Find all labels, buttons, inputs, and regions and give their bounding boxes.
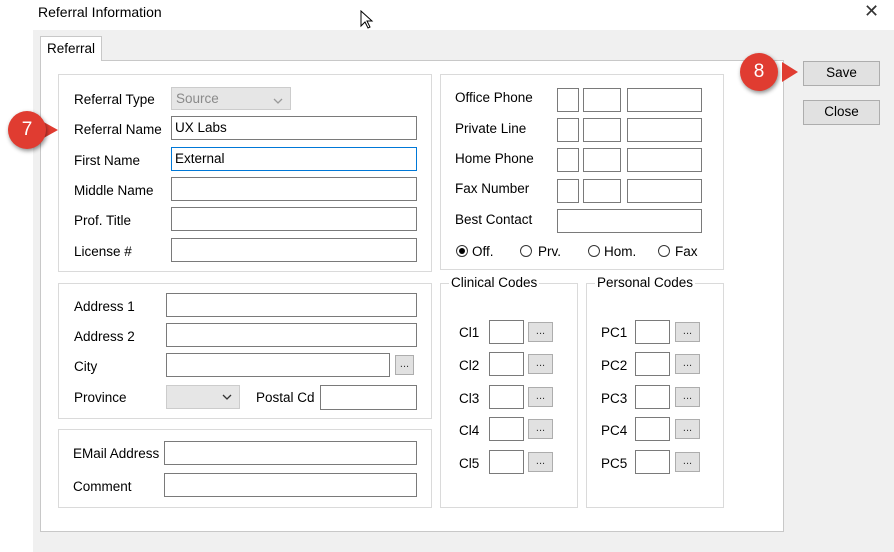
private-line-area[interactable]	[557, 118, 579, 142]
clinical-code-lookup-button[interactable]: ...	[528, 452, 553, 472]
prof-title-field[interactable]	[171, 207, 417, 231]
home-phone-prefix[interactable]	[583, 148, 621, 172]
radio-office-label: Off.	[472, 244, 494, 259]
callout-8-pointer	[782, 62, 798, 82]
personal-code-label: PC5	[601, 456, 628, 471]
personal-code-lookup-button[interactable]: ...	[675, 354, 700, 374]
personal-code-lookup-button[interactable]: ...	[675, 452, 700, 472]
comment-label: Comment	[73, 479, 132, 494]
clinical-code-field[interactable]	[489, 417, 524, 441]
address1-field[interactable]	[166, 293, 417, 317]
personal-codes-title: Personal Codes	[595, 275, 696, 290]
clinical-code-field[interactable]	[489, 352, 524, 376]
personal-code-field[interactable]	[635, 352, 670, 376]
home-phone-number[interactable]	[627, 148, 702, 172]
private-line-label: Private Line	[455, 121, 527, 136]
postal-code-field[interactable]	[320, 385, 417, 410]
tab-referral[interactable]: Referral	[40, 36, 102, 61]
clinical-codes-title: Clinical Codes	[449, 275, 540, 290]
fax-number-prefix[interactable]	[583, 179, 621, 203]
clinical-code-lookup-button[interactable]: ...	[528, 387, 553, 407]
personal-code-label: PC4	[601, 423, 628, 438]
callout-7-badge: 7	[8, 111, 46, 149]
radio-home-label: Hom.	[604, 244, 637, 259]
personal-code-field[interactable]	[635, 450, 670, 474]
referral-name-label: Referral Name	[74, 122, 162, 137]
callout-8-badge: 8	[740, 53, 778, 91]
clinical-code-label: Cl1	[459, 325, 480, 340]
comment-field[interactable]	[164, 473, 417, 497]
personal-code-label: PC2	[601, 358, 628, 373]
office-phone-area[interactable]	[557, 88, 579, 112]
chevron-down-icon	[221, 391, 233, 406]
personal-code-label: PC1	[601, 325, 628, 340]
window-title: Referral Information	[38, 4, 162, 20]
private-line-prefix[interactable]	[583, 118, 621, 142]
email-field[interactable]	[164, 441, 417, 465]
clinical-code-label: Cl2	[459, 358, 480, 373]
radio-private-label: Prv.	[538, 244, 561, 259]
referral-type-value: Source	[176, 91, 219, 106]
referral-type-label: Referral Type	[74, 92, 155, 107]
save-button[interactable]: Save	[803, 61, 880, 86]
middle-name-label: Middle Name	[74, 183, 154, 198]
clinical-code-field[interactable]	[489, 450, 524, 474]
city-lookup-button[interactable]: ...	[395, 355, 414, 375]
address2-field[interactable]	[166, 323, 417, 347]
postal-code-label: Postal Cd	[256, 390, 315, 405]
fax-number-area[interactable]	[557, 179, 579, 203]
personal-code-field[interactable]	[635, 385, 670, 409]
home-phone-label: Home Phone	[455, 151, 534, 166]
first-name-field[interactable]: External	[171, 147, 417, 171]
clinical-code-label: Cl4	[459, 423, 480, 438]
radio-private-circle[interactable]	[520, 245, 532, 257]
province-label: Province	[74, 390, 127, 405]
office-phone-label: Office Phone	[455, 90, 533, 105]
radio-home-circle[interactable]	[588, 245, 600, 257]
radio-fax-label: Fax	[675, 244, 698, 259]
fax-number-number[interactable]	[627, 179, 702, 203]
radio-fax-circle[interactable]	[658, 245, 670, 257]
license-label: License #	[74, 244, 132, 259]
address2-label: Address 2	[74, 329, 135, 344]
city-label: City	[74, 359, 98, 374]
personal-code-lookup-button[interactable]: ...	[675, 322, 700, 342]
license-field[interactable]	[171, 238, 417, 262]
clinical-code-field[interactable]	[489, 320, 524, 344]
city-field[interactable]	[166, 353, 390, 377]
chevron-down-icon	[272, 92, 284, 113]
radio-office-circle[interactable]	[456, 245, 468, 257]
clinical-code-lookup-button[interactable]: ...	[528, 354, 553, 374]
referral-type-combo: Source	[171, 87, 291, 110]
best-contact-label: Best Contact	[455, 212, 533, 227]
best-contact-field[interactable]	[557, 209, 702, 233]
prof-title-label: Prof. Title	[74, 213, 132, 228]
office-phone-prefix[interactable]	[583, 88, 621, 112]
province-combo[interactable]	[166, 385, 240, 409]
office-phone-number[interactable]	[627, 88, 702, 112]
personal-code-field[interactable]	[635, 417, 670, 441]
personal-code-label: PC3	[601, 391, 628, 406]
middle-name-field[interactable]	[171, 177, 417, 201]
clinical-code-field[interactable]	[489, 385, 524, 409]
private-line-number[interactable]	[627, 118, 702, 142]
fax-number-label: Fax Number	[455, 181, 530, 196]
personal-code-field[interactable]	[635, 320, 670, 344]
personal-code-lookup-button[interactable]: ...	[675, 419, 700, 439]
first-name-label: First Name	[74, 153, 141, 168]
clinical-code-lookup-button[interactable]: ...	[528, 322, 553, 342]
window-close-icon[interactable]: ✕	[864, 2, 879, 20]
home-phone-area[interactable]	[557, 148, 579, 172]
email-label: EMail Address	[73, 446, 160, 461]
clinical-code-lookup-button[interactable]: ...	[528, 419, 553, 439]
clinical-code-label: Cl5	[459, 456, 480, 471]
address1-label: Address 1	[74, 299, 135, 314]
close-button[interactable]: Close	[803, 100, 880, 125]
referral-name-field[interactable]: UX Labs	[171, 116, 417, 140]
clinical-code-label: Cl3	[459, 391, 480, 406]
personal-code-lookup-button[interactable]: ...	[675, 387, 700, 407]
